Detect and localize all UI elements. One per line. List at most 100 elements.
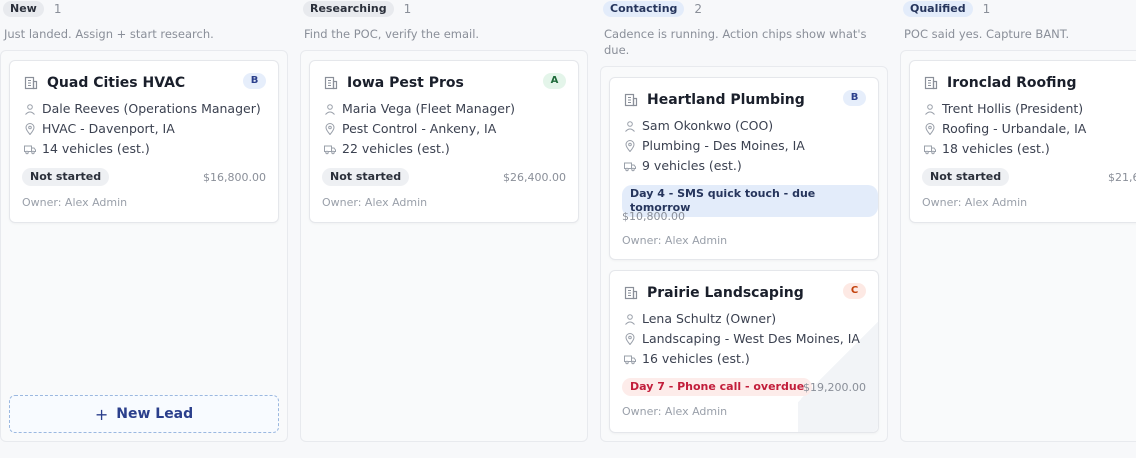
stage-description: Just landed. Assign + start research. xyxy=(4,27,214,41)
lead-title: Quad Cities HVAC xyxy=(24,75,185,91)
lead-card[interactable]: Iowa Pest Pros A Maria Vega (Fleet Manag… xyxy=(309,60,579,223)
truck-icon xyxy=(924,145,936,154)
location-row: Pest Control - Ankeny, IA xyxy=(324,121,496,136)
vehicles-text: 16 vehicles (est.) xyxy=(642,351,750,366)
map-pin-icon xyxy=(25,122,35,135)
building-icon xyxy=(24,76,38,90)
new-lead-button[interactable]: + New Lead xyxy=(9,395,279,433)
stage-count: 1 xyxy=(982,2,991,16)
priority-badge: C xyxy=(843,283,866,299)
deal-amount: $19,200.00 xyxy=(803,381,866,394)
lead-name: Quad Cities HVAC xyxy=(47,75,186,91)
stage-count: 2 xyxy=(694,2,703,16)
contact-name: Trent Hollis (President) xyxy=(942,101,1084,116)
deal-amount: $16,800.00 xyxy=(203,171,266,184)
person-icon xyxy=(325,103,335,115)
status-badge: Not started xyxy=(922,168,1010,186)
location-text: HVAC - Davenport, IA xyxy=(42,121,175,136)
building-icon xyxy=(324,76,338,90)
stage-description: Find the POC, verify the email. xyxy=(304,27,480,41)
contact-row: Lena Schultz (Owner) xyxy=(624,311,776,326)
location-text: Plumbing - Des Moines, IA xyxy=(642,138,805,153)
contact-row: Trent Hollis (President) xyxy=(924,101,1083,116)
lead-title: Ironclad Roofing xyxy=(924,75,1077,91)
contact-row: Sam Okonkwo (COO) xyxy=(624,118,773,133)
column-qualified: Qualified 1 POC said yes. Capture BANT. … xyxy=(900,0,1136,458)
lead-card[interactable]: Prairie Landscaping C Lena Schultz (Owne… xyxy=(609,270,879,433)
lead-name: Iowa Pest Pros xyxy=(347,75,464,91)
stage-description: POC said yes. Capture BANT. xyxy=(904,27,1070,41)
vehicles-row: 22 vehicles (est.) xyxy=(324,141,450,156)
truck-icon xyxy=(624,355,636,364)
building-icon xyxy=(624,93,638,107)
location-text: Landscaping - West Des Moines, IA xyxy=(642,331,860,346)
contact-row: Maria Vega (Fleet Manager) xyxy=(324,101,515,116)
contact-name: Maria Vega (Fleet Manager) xyxy=(342,101,515,116)
lead-card[interactable]: Ironclad Roofing Trent Hollis (President… xyxy=(909,60,1136,223)
column-header: Qualified 1 xyxy=(903,0,990,18)
column-new: New 1 Just landed. Assign + start resear… xyxy=(0,0,290,458)
deal-amount: $21,6 xyxy=(1108,171,1136,184)
vehicles-text: 22 vehicles (est.) xyxy=(342,141,450,156)
stage-count: 1 xyxy=(403,2,412,16)
contact-name: Dale Reeves (Operations Manager) xyxy=(42,101,261,116)
owner-text: Owner: Alex Admin xyxy=(622,234,728,247)
map-pin-icon xyxy=(625,332,635,345)
truck-icon xyxy=(24,145,36,154)
map-pin-icon xyxy=(925,122,935,135)
location-row: HVAC - Davenport, IA xyxy=(24,121,175,136)
owner-text: Owner: Alex Admin xyxy=(922,196,1028,209)
person-icon xyxy=(625,313,635,325)
column-header: New 1 xyxy=(3,0,61,18)
building-icon xyxy=(924,76,938,90)
location-row: Plumbing - Des Moines, IA xyxy=(624,138,805,153)
building-icon xyxy=(624,286,638,300)
status-badge: Not started xyxy=(22,168,110,186)
person-icon xyxy=(25,103,35,115)
location-text: Roofing - Urbandale, IA xyxy=(942,121,1087,136)
column-header: Researching 1 xyxy=(303,0,411,18)
stage-count: 1 xyxy=(53,2,62,16)
map-pin-icon xyxy=(625,139,635,152)
stage-badge: Qualified xyxy=(903,1,973,17)
vehicles-row: 9 vehicles (est.) xyxy=(624,158,742,173)
lead-name: Heartland Plumbing xyxy=(647,92,805,108)
lead-card[interactable]: Quad Cities HVAC B Dale Reeves (Operatio… xyxy=(9,60,279,223)
owner-text: Owner: Alex Admin xyxy=(22,196,128,209)
status-badge: Not started xyxy=(322,168,410,186)
vehicles-text: 18 vehicles (est.) xyxy=(942,141,1050,156)
lead-title: Prairie Landscaping xyxy=(624,285,804,301)
vehicles-row: 14 vehicles (est.) xyxy=(24,141,150,156)
priority-badge: B xyxy=(843,90,866,106)
contact-name: Lena Schultz (Owner) xyxy=(642,311,777,326)
stage-badge: Researching xyxy=(303,1,394,17)
location-row: Roofing - Urbandale, IA xyxy=(924,121,1086,136)
card-decoration xyxy=(798,292,878,432)
priority-badge: A xyxy=(543,73,566,89)
pipeline-board: New 1 Just landed. Assign + start resear… xyxy=(0,0,1136,458)
vehicles-row: 18 vehicles (est.) xyxy=(924,141,1050,156)
vehicles-text: 14 vehicles (est.) xyxy=(42,141,150,156)
plus-icon: + xyxy=(94,404,109,424)
truck-icon xyxy=(324,145,336,154)
deal-amount: $26,400.00 xyxy=(503,171,566,184)
location-row: Landscaping - West Des Moines, IA xyxy=(624,331,860,346)
priority-badge: B xyxy=(243,73,266,89)
location-text: Pest Control - Ankeny, IA xyxy=(342,121,497,136)
lead-title: Heartland Plumbing xyxy=(624,92,805,108)
owner-text: Owner: Alex Admin xyxy=(322,196,428,209)
column-contacting: Contacting 2 Cadence is running. Action … xyxy=(600,0,890,458)
new-lead-label: New Lead xyxy=(116,406,194,422)
lead-card[interactable]: Heartland Plumbing B Sam Okonkwo (COO) P… xyxy=(609,77,879,260)
contact-row: Dale Reeves (Operations Manager) xyxy=(24,101,261,116)
column-researching: Researching 1 Find the POC, verify the e… xyxy=(300,0,590,458)
map-pin-icon xyxy=(325,122,335,135)
truck-icon xyxy=(624,162,636,171)
lead-name: Ironclad Roofing xyxy=(947,75,1077,91)
stage-badge: Contacting xyxy=(603,1,685,17)
vehicles-row: 16 vehicles (est.) xyxy=(624,351,750,366)
vehicles-text: 9 vehicles (est.) xyxy=(642,158,742,173)
stage-badge: New xyxy=(3,1,44,17)
action-chip[interactable]: Day 7 - Phone call - overdue xyxy=(622,378,813,396)
lead-title: Iowa Pest Pros xyxy=(324,75,464,91)
